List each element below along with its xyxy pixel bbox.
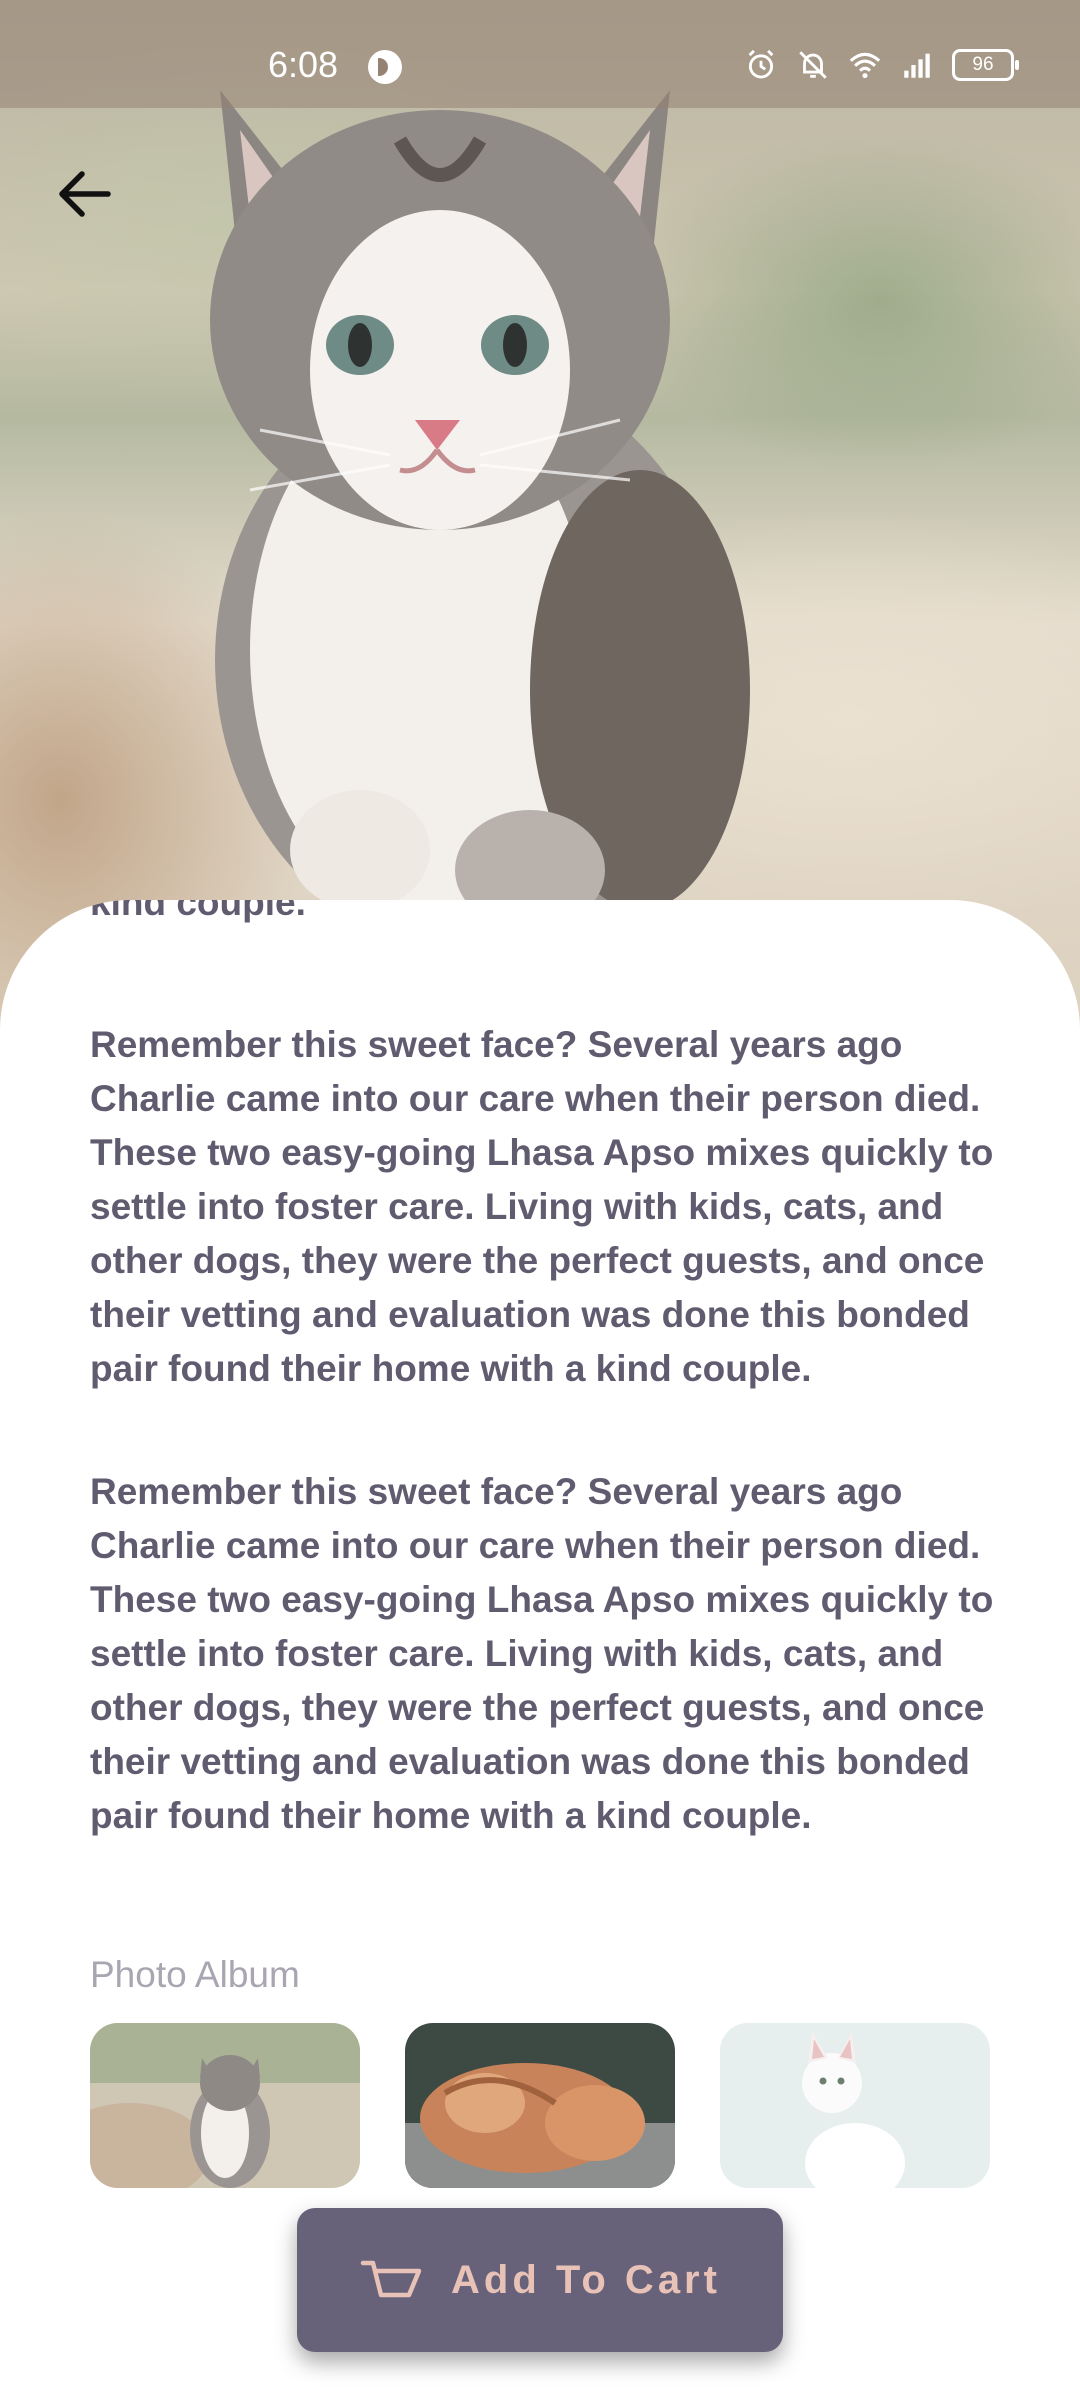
add-to-cart-label: Add To Cart (451, 2257, 721, 2302)
status-bar: 6:08 96 (0, 0, 1080, 108)
signal-icon (904, 53, 930, 78)
description-paragraph-tail: kind couple. (90, 900, 306, 923)
cart-icon (360, 2260, 422, 2298)
album-photo-ginger-cat[interactable] (405, 2023, 675, 2188)
hero-photo (0, 0, 1080, 1040)
details-sheet: kind couple. Remember this sweet face? S… (0, 900, 1080, 2400)
battery-icon: 96 (952, 49, 1019, 81)
battery-level: 96 (972, 54, 994, 75)
description-scroll-area[interactable]: kind couple. Remember this sweet face? S… (90, 900, 1010, 1900)
focus-mode-icon (368, 50, 402, 84)
description-paragraph: Remember this sweet face? Several years … (90, 1471, 994, 1836)
arrow-left-icon (59, 171, 111, 217)
status-time: 6:08 (268, 44, 339, 85)
description-paragraph: Remember this sweet face? Several years … (90, 1024, 994, 1389)
photo-album (90, 2023, 990, 2188)
kitten-illustration (210, 90, 750, 950)
alarm-icon (748, 49, 774, 79)
wifi-icon (849, 52, 881, 79)
album-photo-kitten[interactable] (90, 2023, 360, 2188)
album-photo-white-cat[interactable] (720, 2023, 990, 2188)
photo-album-title: Photo Album (90, 1954, 300, 1995)
notifications-muted-icon (799, 51, 827, 79)
back-button[interactable] (50, 160, 122, 232)
add-to-cart-button[interactable]: Add To Cart (297, 2208, 783, 2352)
